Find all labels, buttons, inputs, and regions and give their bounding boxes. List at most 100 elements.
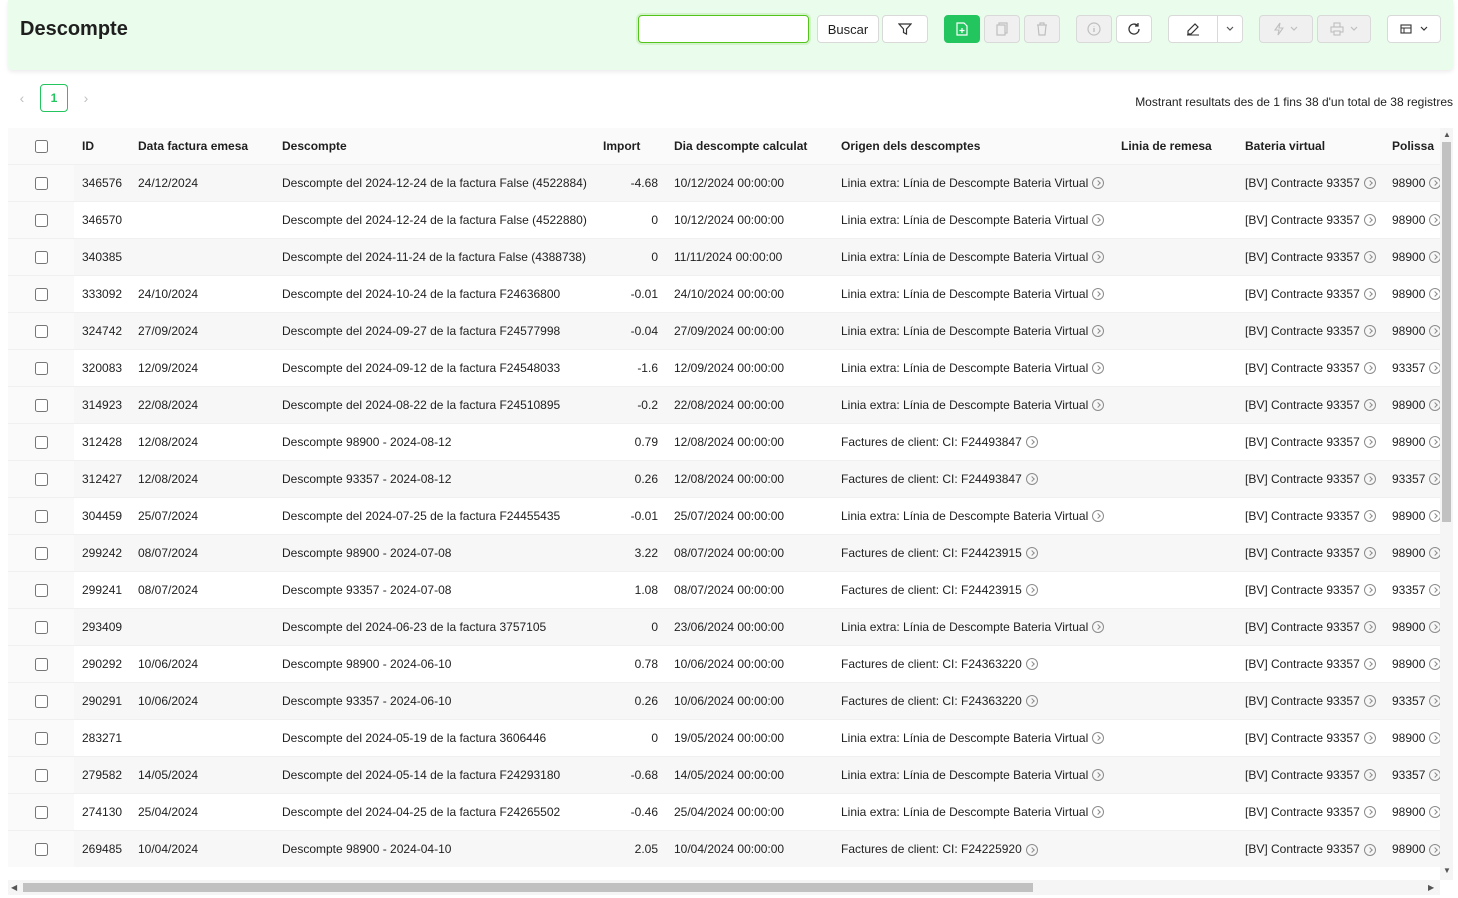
- row-checkbox[interactable]: [34, 731, 48, 745]
- row-checkbox[interactable]: [34, 842, 48, 856]
- row-checkbox[interactable]: [34, 361, 48, 375]
- delete-button[interactable]: [1024, 15, 1060, 43]
- open-link-icon[interactable]: [1363, 214, 1376, 227]
- open-link-icon[interactable]: [1092, 288, 1105, 301]
- open-link-icon[interactable]: [1025, 436, 1038, 449]
- column-header[interactable]: Descompte: [274, 128, 595, 164]
- copy-button[interactable]: [984, 15, 1020, 43]
- open-link-icon[interactable]: [1363, 584, 1376, 597]
- open-link-icon[interactable]: [1429, 658, 1440, 671]
- table-row[interactable]: 324742 27/09/2024 Descompte del 2024-09-27…: [8, 311, 1440, 349]
- open-link-icon[interactable]: [1363, 843, 1376, 856]
- open-link-icon[interactable]: [1092, 732, 1105, 745]
- open-link-icon[interactable]: [1363, 769, 1376, 782]
- open-link-icon[interactable]: [1363, 510, 1376, 523]
- open-link-icon[interactable]: [1092, 362, 1105, 375]
- open-link-icon[interactable]: [1429, 251, 1440, 264]
- open-link-icon[interactable]: [1025, 584, 1038, 597]
- table-row[interactable]: 283271 Descompte del 2024-05-19 de la fac…: [8, 718, 1440, 756]
- row-checkbox[interactable]: [34, 805, 48, 819]
- open-link-icon[interactable]: [1025, 473, 1038, 486]
- table-row[interactable]: 346576 24/12/2024 Descompte del 2024-12-24…: [8, 163, 1440, 201]
- open-link-icon[interactable]: [1025, 658, 1038, 671]
- row-checkbox[interactable]: [34, 250, 48, 264]
- vertical-scrollbar[interactable]: ▲ ▼: [1440, 128, 1453, 880]
- actions-button[interactable]: [1259, 15, 1313, 43]
- table-row[interactable]: 290292 10/06/2024 Descompte 98900 - 2024-0…: [8, 644, 1440, 682]
- select-all-checkbox[interactable]: [34, 139, 48, 153]
- open-link-icon[interactable]: [1025, 547, 1038, 560]
- open-link-icon[interactable]: [1429, 584, 1440, 597]
- open-link-icon[interactable]: [1363, 436, 1376, 449]
- open-link-icon[interactable]: [1092, 510, 1105, 523]
- open-link-icon[interactable]: [1429, 399, 1440, 412]
- open-link-icon[interactable]: [1429, 732, 1440, 745]
- open-link-icon[interactable]: [1092, 621, 1105, 634]
- scroll-right-icon[interactable]: ▶: [1428, 883, 1434, 892]
- open-link-icon[interactable]: [1429, 214, 1440, 227]
- open-link-icon[interactable]: [1429, 288, 1440, 301]
- scroll-left-icon[interactable]: ◀: [11, 883, 17, 892]
- open-link-icon[interactable]: [1363, 362, 1376, 375]
- column-header[interactable]: Linia de remesa: [1113, 128, 1237, 164]
- scroll-down-icon[interactable]: ▼: [1443, 866, 1451, 875]
- column-header[interactable]: Bateria virtual: [1237, 128, 1384, 164]
- open-link-icon[interactable]: [1092, 177, 1105, 190]
- open-link-icon[interactable]: [1363, 695, 1376, 708]
- table-row[interactable]: 312428 12/08/2024 Descompte 98900 - 2024-0…: [8, 422, 1440, 460]
- open-link-icon[interactable]: [1363, 399, 1376, 412]
- open-link-icon[interactable]: [1429, 695, 1440, 708]
- open-link-icon[interactable]: [1363, 658, 1376, 671]
- open-link-icon[interactable]: [1429, 547, 1440, 560]
- open-link-icon[interactable]: [1363, 251, 1376, 264]
- table-row[interactable]: 299241 08/07/2024 Descompte 93357 - 2024-0…: [8, 570, 1440, 608]
- filter-button[interactable]: [882, 15, 928, 43]
- row-checkbox[interactable]: [34, 213, 48, 227]
- info-button[interactable]: [1076, 15, 1112, 43]
- open-link-icon[interactable]: [1092, 399, 1105, 412]
- row-checkbox[interactable]: [34, 768, 48, 782]
- prev-page-icon[interactable]: ‹: [12, 90, 32, 106]
- open-link-icon[interactable]: [1092, 251, 1105, 264]
- column-header[interactable]: ID: [74, 128, 130, 164]
- open-link-icon[interactable]: [1363, 547, 1376, 560]
- open-link-icon[interactable]: [1363, 325, 1376, 338]
- column-header[interactable]: Polissa: [1384, 128, 1440, 164]
- table-row[interactable]: 279582 14/05/2024 Descompte del 2024-05-14…: [8, 755, 1440, 793]
- row-checkbox[interactable]: [34, 657, 48, 671]
- open-link-icon[interactable]: [1363, 732, 1376, 745]
- open-link-icon[interactable]: [1025, 695, 1038, 708]
- table-row[interactable]: 299242 08/07/2024 Descompte 98900 - 2024-0…: [8, 533, 1440, 571]
- view-selector-button[interactable]: [1387, 15, 1441, 43]
- open-link-icon[interactable]: [1092, 325, 1105, 338]
- table-row[interactable]: 304459 25/07/2024 Descompte del 2024-07-25…: [8, 496, 1440, 534]
- table-row[interactable]: 274130 25/04/2024 Descompte del 2024-04-25…: [8, 792, 1440, 830]
- table-row[interactable]: 320083 12/09/2024 Descompte del 2024-09-12…: [8, 348, 1440, 386]
- row-checkbox[interactable]: [34, 509, 48, 523]
- row-checkbox[interactable]: [34, 324, 48, 338]
- row-checkbox[interactable]: [34, 472, 48, 486]
- row-checkbox[interactable]: [34, 583, 48, 597]
- row-checkbox[interactable]: [34, 176, 48, 190]
- open-link-icon[interactable]: [1429, 769, 1440, 782]
- vertical-scroll-thumb[interactable]: [1442, 142, 1451, 522]
- open-link-icon[interactable]: [1363, 288, 1376, 301]
- page-number-current[interactable]: 1: [40, 84, 68, 112]
- open-link-icon[interactable]: [1429, 325, 1440, 338]
- column-header[interactable]: Import: [595, 128, 666, 164]
- column-header[interactable]: Dia descompte calculat: [666, 128, 833, 164]
- open-link-icon[interactable]: [1092, 214, 1105, 227]
- edit-dropdown-button[interactable]: [1217, 15, 1243, 43]
- scroll-up-icon[interactable]: ▲: [1443, 130, 1451, 139]
- horizontal-scrollbar[interactable]: ◀ ▶: [8, 880, 1440, 895]
- table-row[interactable]: 312427 12/08/2024 Descompte 93357 - 2024-0…: [8, 459, 1440, 497]
- print-button[interactable]: [1317, 15, 1371, 43]
- open-link-icon[interactable]: [1429, 621, 1440, 634]
- open-link-icon[interactable]: [1025, 843, 1038, 856]
- refresh-button[interactable]: [1116, 15, 1152, 43]
- open-link-icon[interactable]: [1429, 510, 1440, 523]
- open-link-icon[interactable]: [1092, 806, 1105, 819]
- open-link-icon[interactable]: [1429, 362, 1440, 375]
- open-link-icon[interactable]: [1092, 769, 1105, 782]
- open-link-icon[interactable]: [1363, 806, 1376, 819]
